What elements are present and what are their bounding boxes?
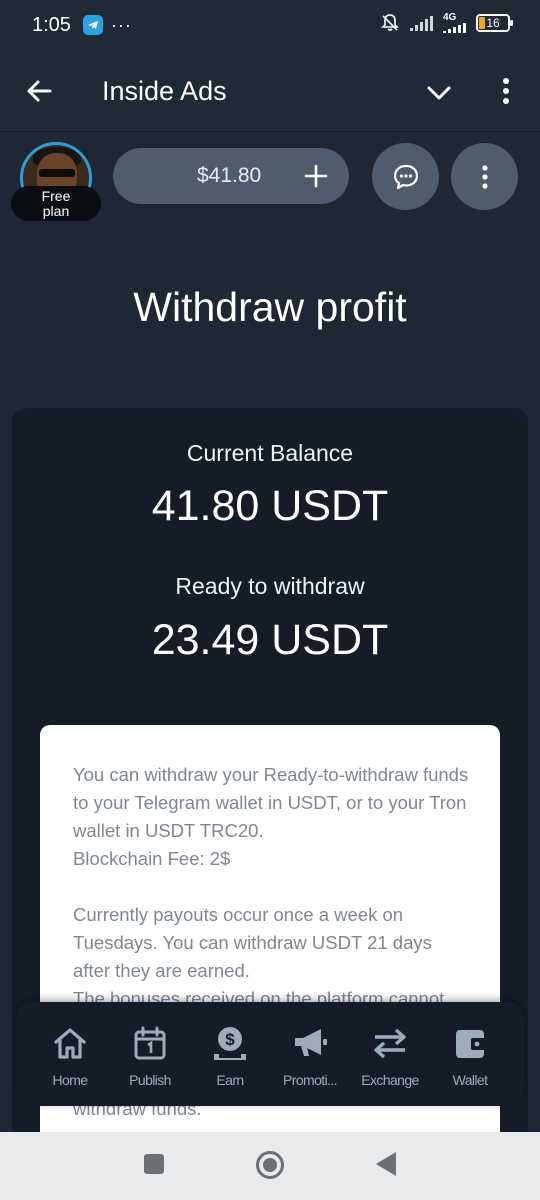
- calendar-icon: [134, 1026, 166, 1060]
- telegram-icon: [82, 15, 103, 35]
- plan-badge[interactable]: Free plan: [11, 186, 101, 221]
- bell-muted-icon: [381, 14, 399, 31]
- chat-bubble-icon: [393, 164, 418, 189]
- info-paragraph-1: You can withdraw your Ready-to-withdraw …: [73, 764, 469, 841]
- plan-badge-line1: Free: [41, 188, 71, 204]
- more-options-button[interactable]: [451, 143, 518, 210]
- nav-item-wallet[interactable]: Wallet: [430, 1024, 510, 1088]
- bottom-nav: Home Publish $ Earn Promoti... Exchange …: [16, 1002, 524, 1106]
- wallet-icon: [456, 1030, 486, 1058]
- page-title: Withdraw profit: [133, 284, 407, 330]
- exchange-arrows-icon: [374, 1028, 406, 1059]
- chat-button[interactable]: [372, 143, 439, 210]
- current-balance-value: 41.80 USDT: [151, 482, 389, 530]
- battery-level: 16: [486, 16, 500, 30]
- signal-4g-icon: [443, 23, 466, 33]
- nav-item-earn[interactable]: $ Earn: [190, 1024, 270, 1088]
- info-fee: Blockchain Fee: 2$: [73, 848, 231, 869]
- nav-item-promotion[interactable]: Promoti...: [270, 1024, 350, 1088]
- signal-icon: [410, 15, 433, 31]
- nav-item-publish[interactable]: Publish: [110, 1024, 190, 1088]
- nav-item-exchange[interactable]: Exchange: [350, 1024, 430, 1088]
- status-indicators: 4G 16: [380, 12, 513, 33]
- balance-amount: $41.80: [197, 164, 262, 187]
- system-back-icon[interactable]: [376, 1152, 396, 1176]
- nav-item-home[interactable]: Home: [30, 1024, 110, 1088]
- app-title: Inside Ads: [102, 76, 227, 106]
- home-icon: [54, 1028, 86, 1059]
- nav-label-wallet: Wallet: [452, 1072, 488, 1088]
- recent-apps-icon[interactable]: [144, 1154, 164, 1174]
- status-bar: 1:05 ··· 4G 16: [0, 0, 540, 50]
- nav-label-promotion: Promoti...: [283, 1072, 338, 1088]
- back-arrow-icon[interactable]: [24, 76, 54, 106]
- current-balance-label: Current Balance: [186, 440, 354, 466]
- megaphone-icon: [295, 1029, 327, 1056]
- ready-to-withdraw-value: 23.49 USDT: [151, 616, 389, 664]
- nav-label-publish: Publish: [129, 1072, 171, 1088]
- money-bag-icon: $: [214, 1027, 246, 1060]
- nav-label-home: Home: [52, 1072, 89, 1088]
- status-time: 1:05: [32, 13, 71, 36]
- system-nav-bar: [0, 1132, 540, 1200]
- balance-pill[interactable]: $41.80: [113, 148, 349, 204]
- status-overflow: ···: [110, 14, 132, 35]
- battery-icon: 16: [476, 14, 513, 32]
- chevron-down-icon[interactable]: [424, 78, 454, 108]
- nav-label-earn: Earn: [216, 1072, 244, 1088]
- nav-label-exchange: Exchange: [361, 1072, 419, 1088]
- more-vertical-icon: [481, 164, 488, 189]
- info-paragraph-2: Currently payouts occur once a week on T…: [73, 904, 432, 981]
- home-button-icon[interactable]: [256, 1151, 284, 1179]
- plan-badge-line2: plan: [42, 203, 70, 219]
- app-bar: Inside Ads: [0, 50, 540, 132]
- svg-text:$: $: [225, 1030, 235, 1049]
- ready-to-withdraw-label: Ready to withdraw: [175, 573, 365, 599]
- network-type: 4G: [443, 12, 457, 23]
- plus-icon[interactable]: [303, 163, 329, 189]
- more-vertical-icon[interactable]: [494, 76, 518, 106]
